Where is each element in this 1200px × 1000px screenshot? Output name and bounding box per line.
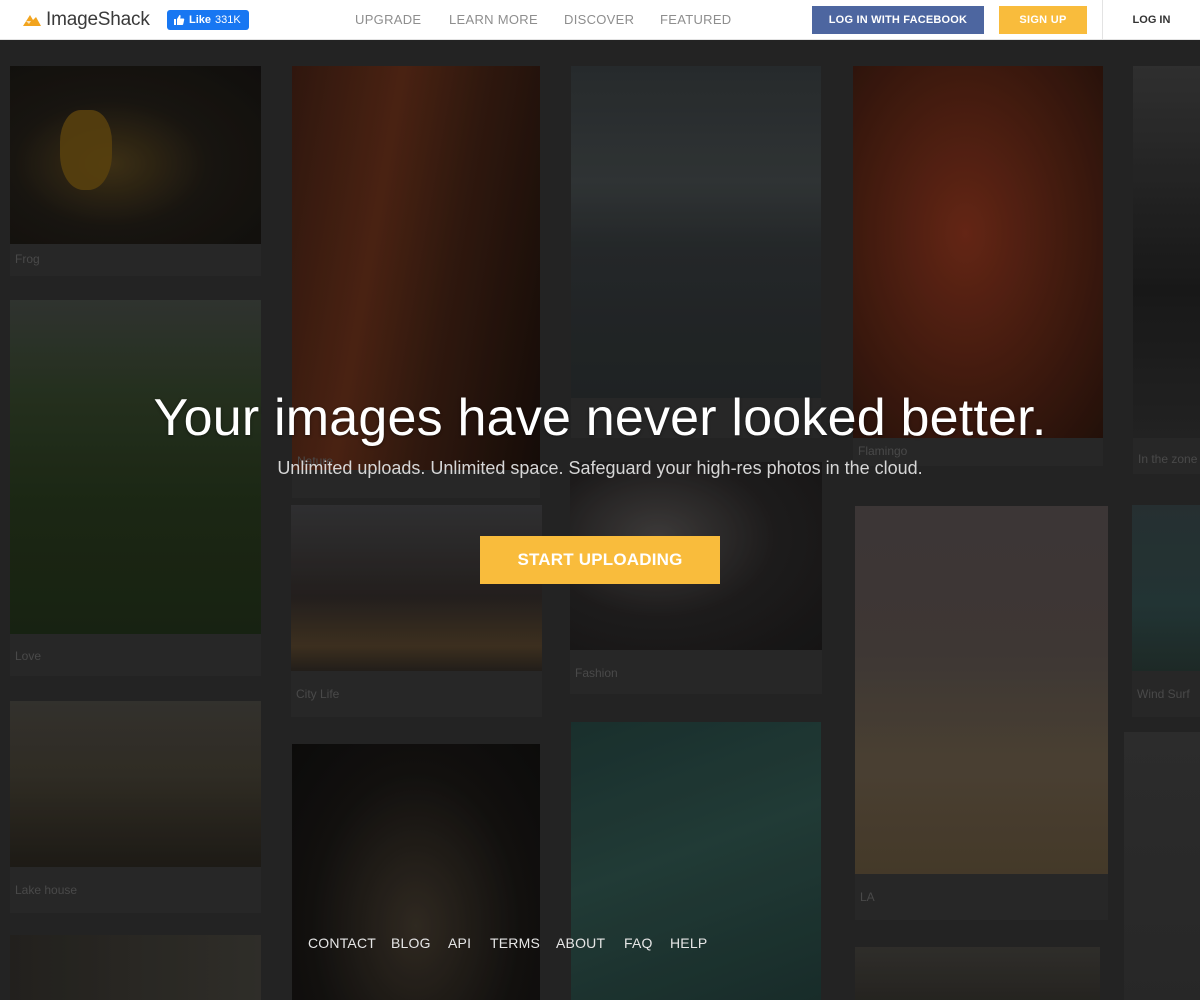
dark-overlay <box>0 40 1200 1000</box>
thumbs-up-icon <box>174 15 185 25</box>
hero-title: Your images have never looked better. <box>153 389 1047 447</box>
nav-discover[interactable]: DISCOVER <box>564 0 634 40</box>
sign-up-button[interactable]: SIGN UP <box>999 6 1087 34</box>
logo-text: ImageShack <box>46 9 150 30</box>
hero-subtitle: Unlimited uploads. Unlimited space. Safe… <box>277 458 923 478</box>
imageshack-logo-icon <box>23 15 41 26</box>
facebook-login-button[interactable]: LOG IN WITH FACEBOOK <box>812 6 984 34</box>
footer-link-blog[interactable]: BLOG <box>391 935 431 951</box>
footer-link-terms[interactable]: TERMS <box>490 935 540 951</box>
footer-link-api[interactable]: API <box>448 935 471 951</box>
footer-link-help[interactable]: HELP <box>670 935 707 951</box>
facebook-like-button[interactable]: Like 331K <box>167 10 249 30</box>
nav-upgrade[interactable]: UPGRADE <box>355 0 421 40</box>
login-link[interactable]: LOG IN <box>1103 0 1200 40</box>
nav-featured[interactable]: FEATURED <box>660 0 732 40</box>
top-navigation: ImageShack Like 331K UPGRADE LEARN MORE … <box>0 0 1200 40</box>
like-label: Like <box>189 14 212 26</box>
nav-learn-more[interactable]: LEARN MORE <box>449 0 538 40</box>
imageshack-logo[interactable]: ImageShack <box>22 8 150 32</box>
footer-link-faq[interactable]: FAQ <box>624 935 653 951</box>
like-count: 331K <box>215 14 241 26</box>
footer-link-about[interactable]: ABOUT <box>556 935 605 951</box>
start-uploading-button[interactable]: START UPLOADING <box>480 536 720 584</box>
footer-link-contact[interactable]: CONTACT <box>308 935 376 951</box>
